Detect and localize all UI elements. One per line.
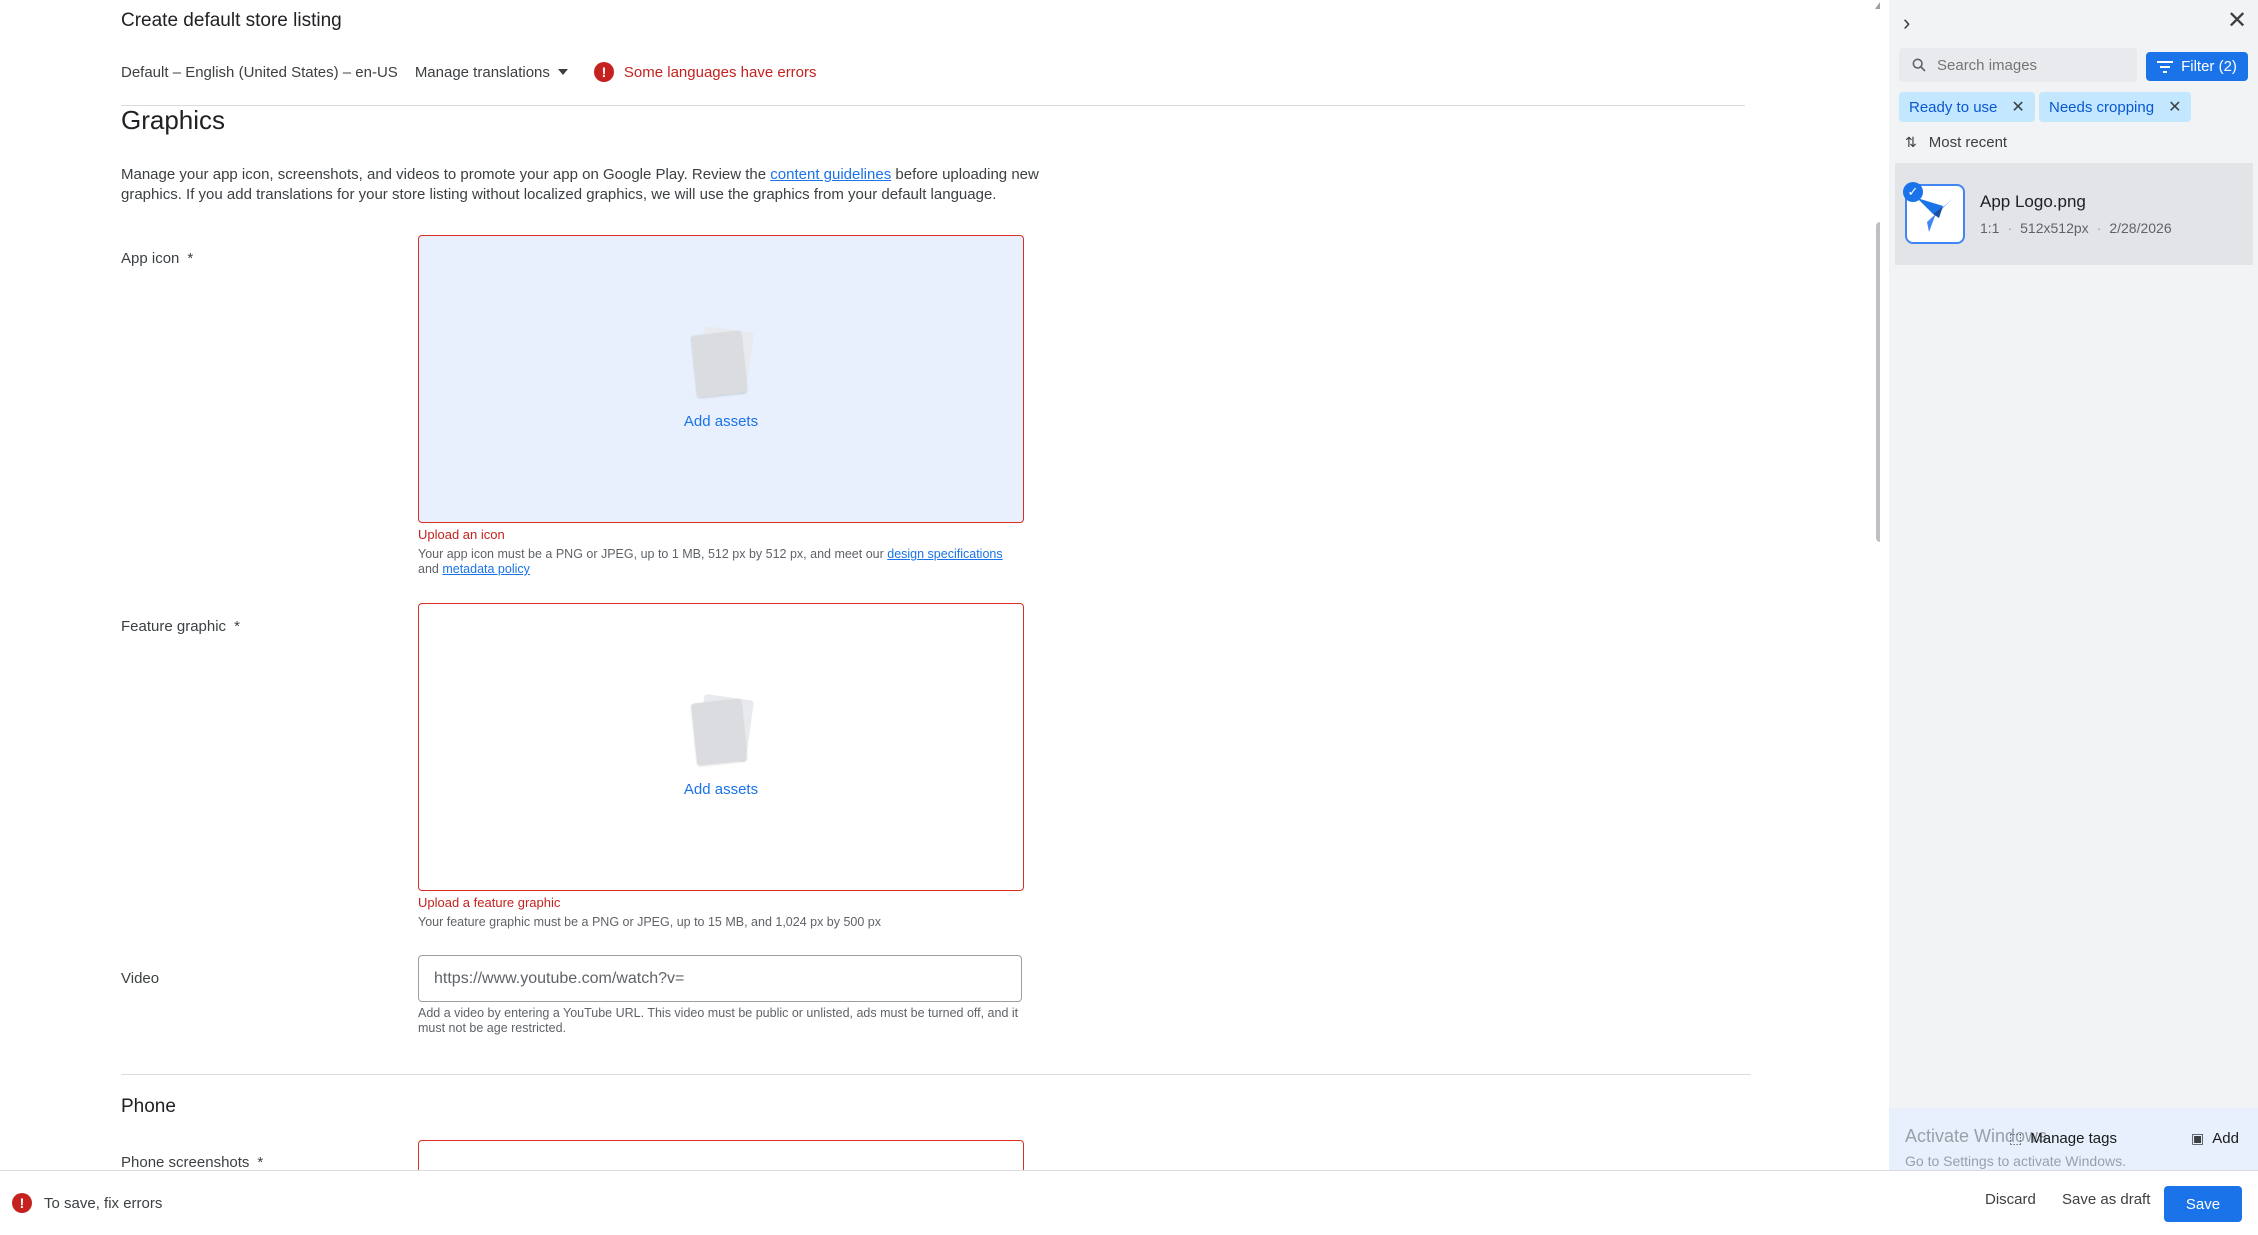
discard-button[interactable]: Discard — [1985, 1191, 2036, 1208]
asset-name: App Logo.png — [1980, 192, 2086, 211]
save-button[interactable]: Save — [2164, 1186, 2242, 1222]
graphics-section-title: Graphics — [121, 105, 226, 135]
remove-chip-close-icon[interactable]: ✕ — [2011, 97, 2024, 117]
asset-thumbnail: ✓ — [1903, 182, 1965, 244]
app-icon-error: Upload an icon — [418, 527, 505, 542]
asset-ratio: 1:1 — [1980, 220, 2000, 236]
language-bar: Default – English (United States) – en-U… — [121, 58, 817, 86]
divider — [121, 1074, 1751, 1075]
remove-chip-close-icon[interactable]: ✕ — [2168, 97, 2181, 117]
language-errors-text: Some languages have errors — [623, 63, 817, 81]
close-icon[interactable]: ✕ — [2227, 6, 2247, 35]
add-label: Add — [2212, 1130, 2239, 1147]
manage-tags-button[interactable]: ⬚ Manage tags — [2009, 1130, 2117, 1147]
error-icon: ! — [12, 1193, 32, 1213]
required-marker: * — [234, 618, 240, 635]
app-icon-label-text: App icon — [121, 250, 180, 267]
feature-graphic-add-assets-button[interactable]: Add assets — [684, 781, 758, 798]
panel-footer: Activate Windows Go to Settings to activ… — [1889, 1108, 2258, 1170]
scrollbar-thumb[interactable] — [1876, 222, 1880, 542]
app-icon-help-text: Your app icon must be a PNG or JPEG, up … — [418, 547, 888, 561]
asset-date: 2/28/2026 — [2109, 220, 2172, 236]
tag-icon: ⬚ — [2009, 1130, 2023, 1146]
metadata-policy-link[interactable]: metadata policy — [442, 562, 530, 576]
phone-screenshots-label-text: Phone screenshots — [121, 1154, 250, 1170]
error-icon: ! — [593, 62, 614, 82]
phone-section-title: Phone — [121, 1096, 176, 1117]
save-error-text: To save, fix errors — [44, 1194, 163, 1212]
content-guidelines-link[interactable]: content guidelines — [770, 166, 891, 183]
save-error-notice: ! To save, fix errors — [12, 1193, 162, 1213]
image-stack-icon — [690, 325, 755, 397]
store-listing-form: Create default store listing Default – E… — [0, 0, 1880, 1170]
image-search — [1899, 48, 2137, 82]
scrollbar[interactable] — [1873, 0, 1880, 1170]
caret-down-icon — [557, 69, 568, 75]
selected-check-icon[interactable]: ✓ — [1903, 182, 1923, 202]
image-stack-icon — [690, 693, 755, 765]
sort-icon: ⇅ — [1905, 134, 1917, 150]
page-title: Create default store listing — [121, 10, 342, 31]
chip-label: Ready to use — [1909, 98, 1998, 116]
manage-translations-dropdown[interactable]: Manage translations — [415, 64, 568, 81]
default-language: Default – English (United States) – en-U… — [121, 63, 398, 81]
app-icon-dropzone[interactable]: Add assets — [418, 235, 1024, 523]
phone-screenshots-dropzone[interactable] — [418, 1140, 1024, 1170]
app-icon-help-and: and — [418, 562, 443, 576]
filter-chip-ready: Ready to use ✕ — [1899, 92, 2035, 122]
required-marker: * — [187, 250, 194, 267]
filter-button[interactable]: Filter (2) — [2146, 52, 2248, 81]
app-icon-add-assets-button[interactable]: Add assets — [684, 413, 758, 430]
divider — [121, 105, 1745, 106]
feature-graphic-label: Feature graphic * — [121, 618, 240, 635]
design-specifications-link[interactable]: design specifications — [887, 547, 1002, 561]
manage-tags-label: Manage tags — [2030, 1130, 2117, 1147]
filter-chip-needs-cropping: Needs cropping ✕ — [2039, 92, 2192, 122]
asset-size: 512x512px — [2020, 220, 2089, 236]
phone-screenshots-label: Phone screenshots * — [121, 1154, 263, 1170]
app-icon-help: Your app icon must be a PNG or JPEG, up … — [418, 547, 1038, 577]
chevron-right-icon[interactable]: › — [1903, 10, 1910, 36]
language-errors-notice: ! Some languages have errors — [593, 62, 817, 82]
feature-graphic-help: Your feature graphic must be a PNG or JP… — [418, 915, 882, 929]
filter-icon — [2157, 60, 2174, 73]
search-images-input[interactable] — [1937, 56, 2117, 74]
search-icon — [1912, 58, 1926, 72]
asset-item[interactable]: ✓ App Logo.png 1:1 · 512x512px · 2/28/2026 — [1895, 163, 2253, 265]
manage-translations-label: Manage translations — [414, 63, 550, 81]
video-label: Video — [121, 970, 160, 987]
feature-graphic-error: Upload a feature graphic — [418, 895, 561, 910]
add-image-icon: ▣ — [2191, 1130, 2205, 1146]
scroll-up-arrow-icon[interactable] — [1875, 2, 1880, 9]
save-as-draft-button[interactable]: Save as draft — [2062, 1191, 2150, 1208]
feature-graphic-dropzone[interactable]: Add assets — [418, 603, 1024, 891]
graphics-desc-text: Manage your app icon, screenshots, and v… — [121, 166, 771, 183]
sort-label: Most recent — [1928, 134, 2008, 151]
video-help: Add a video by entering a YouTube URL. T… — [418, 1006, 1019, 1035]
bottom-action-bar: ! To save, fix errors Discard Save as dr… — [0, 1170, 2258, 1235]
feature-graphic-label-text: Feature graphic — [121, 618, 227, 635]
asset-library-panel: › ✕ Filter (2) Ready to use ✕ Needs crop… — [1889, 0, 2258, 1170]
chip-label: Needs cropping — [2049, 98, 2155, 116]
filter-label: Filter (2) — [2181, 58, 2237, 75]
graphics-description: Manage your app icon, screenshots, and v… — [121, 165, 1041, 205]
asset-meta: 1:1 · 512x512px · 2/28/2026 — [1980, 220, 2172, 236]
add-button[interactable]: ▣ Add — [2191, 1130, 2239, 1147]
video-url-input[interactable] — [418, 955, 1022, 1002]
required-marker: * — [257, 1154, 264, 1170]
windows-watermark-sub: Go to Settings to activate Windows. — [1905, 1153, 2126, 1169]
sort-selector[interactable]: ⇅ Most recent — [1905, 134, 2007, 151]
app-icon-label: App icon * — [121, 250, 193, 267]
